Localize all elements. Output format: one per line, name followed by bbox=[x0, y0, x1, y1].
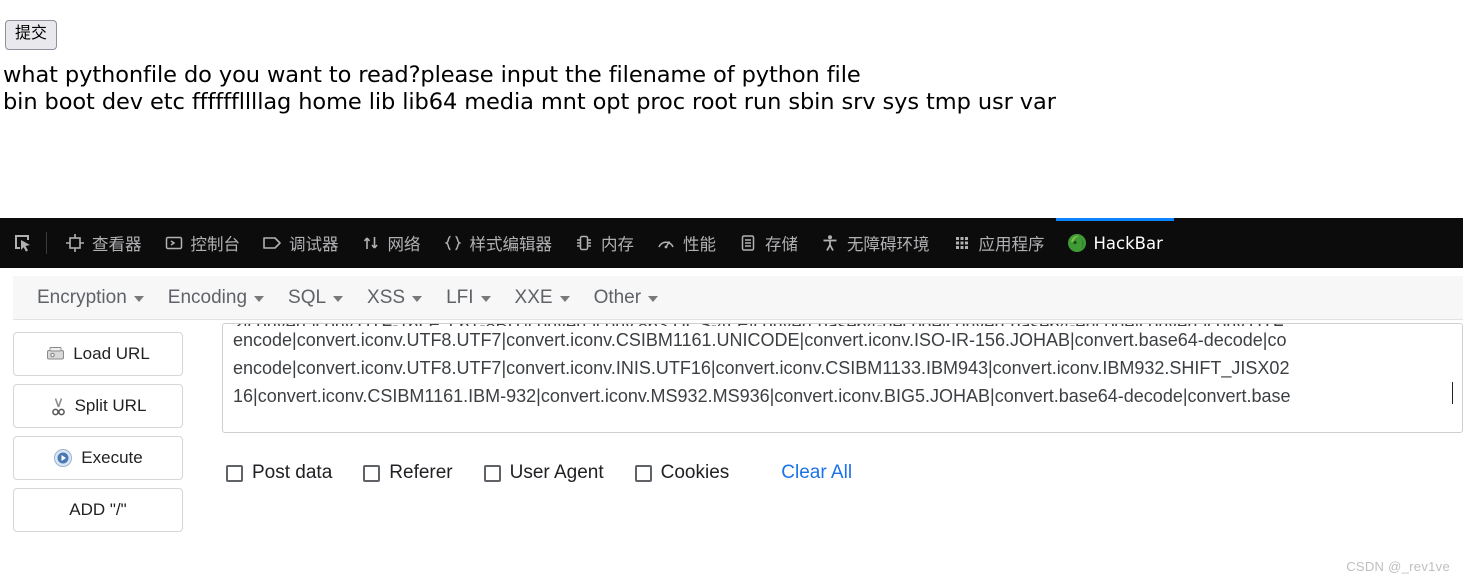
menu-encoding[interactable]: Encoding bbox=[158, 283, 278, 313]
hackbar-panel: Encryption Encoding SQL XSS LFI XXE Othe… bbox=[0, 268, 1463, 582]
toolbar-divider bbox=[46, 232, 47, 254]
tab-label: 应用程序 bbox=[978, 235, 1045, 254]
tab-label: 内存 bbox=[601, 235, 634, 254]
menu-label: Encoding bbox=[167, 286, 248, 308]
checkbox-user-agent[interactable] bbox=[483, 464, 501, 482]
chevron-down-icon bbox=[559, 296, 570, 302]
checkbox-post-data[interactable] bbox=[226, 464, 243, 482]
chevron-down-icon bbox=[648, 296, 659, 302]
tab-label: HackBar bbox=[1093, 233, 1163, 253]
menu-encryption[interactable]: Encryption bbox=[27, 283, 158, 313]
performance-icon bbox=[656, 233, 676, 253]
clear-all-link[interactable]: Clear All bbox=[781, 462, 852, 484]
checkbox-cookies[interactable] bbox=[634, 464, 652, 482]
tab-application[interactable]: 应用程序 bbox=[941, 218, 1056, 268]
tab-label: 无障碍环境 bbox=[847, 235, 930, 254]
option-label: Post data bbox=[252, 462, 333, 483]
option-label: Referer bbox=[389, 462, 453, 483]
inspector-icon bbox=[65, 233, 85, 253]
menu-other[interactable]: Other bbox=[584, 283, 673, 313]
checkbox-referer[interactable] bbox=[363, 464, 381, 482]
tab-debugger[interactable]: 调试器 bbox=[251, 218, 350, 268]
tab-label: 存储 bbox=[765, 235, 798, 254]
hackbar-body: Load URL Split URL Execute ADD "/" encod… bbox=[0, 323, 1463, 582]
tab-label: 调试器 bbox=[289, 235, 339, 254]
option-post-data[interactable]: Post data bbox=[226, 462, 332, 484]
hackbar-action-buttons: Load URL Split URL Execute ADD "/" bbox=[13, 332, 183, 540]
tab-inspector[interactable]: 查看器 bbox=[54, 218, 153, 268]
execute-icon bbox=[53, 448, 73, 468]
add-slash-button[interactable]: ADD "/" bbox=[13, 488, 183, 532]
chevron-down-icon bbox=[412, 296, 423, 302]
watermark: CSDN @_rev1ve bbox=[1346, 559, 1450, 574]
hackbar-options-row: Post data Referer User Agent Cookies Cle… bbox=[222, 462, 1463, 484]
option-cookies[interactable]: Cookies bbox=[634, 462, 730, 484]
output-line-prompt: what pythonfile do you want to read?plea… bbox=[3, 62, 861, 88]
split-url-button[interactable]: Split URL bbox=[13, 384, 183, 428]
tab-memory[interactable]: 内存 bbox=[563, 218, 645, 268]
menu-label: Encryption bbox=[37, 286, 127, 308]
menu-xss[interactable]: XSS bbox=[357, 283, 436, 313]
menu-label: SQL bbox=[288, 286, 327, 308]
tab-accessibility[interactable]: 无障碍环境 bbox=[809, 218, 941, 268]
page-content-area: 提交 what pythonfile do you want to read?p… bbox=[0, 0, 1463, 218]
load-url-button[interactable]: Load URL bbox=[13, 332, 183, 376]
hackbar-icon bbox=[1067, 233, 1087, 253]
console-icon bbox=[164, 233, 184, 253]
debugger-icon bbox=[262, 233, 282, 253]
application-icon bbox=[952, 233, 972, 253]
submit-button[interactable]: 提交 bbox=[5, 20, 58, 50]
button-label: ADD "/" bbox=[69, 500, 127, 519]
tab-storage[interactable]: 存储 bbox=[727, 218, 809, 268]
style-editor-icon bbox=[443, 233, 463, 253]
hackbar-main: 2|convert.iconv.UTF-16LE.T.61-8BIT|conve… bbox=[222, 323, 1463, 484]
tab-label: 控制台 bbox=[190, 235, 241, 254]
option-user-agent[interactable]: User Agent bbox=[483, 462, 604, 484]
tab-label: 性能 bbox=[683, 235, 716, 254]
button-label: Execute bbox=[81, 448, 143, 467]
option-label: Cookies bbox=[660, 462, 730, 483]
tab-label: 样式编辑器 bbox=[469, 235, 553, 254]
url-line: encode|convert.iconv.UTF8.UTF7|convert.i… bbox=[233, 358, 1290, 378]
storage-icon bbox=[738, 233, 758, 253]
output-line-dirlist: bin boot dev etc ffffffllllag home lib l… bbox=[3, 89, 1056, 115]
menu-label: Other bbox=[593, 286, 642, 308]
url-line: 16|convert.iconv.CSIBM1161.IBM-932|conve… bbox=[233, 386, 1291, 406]
button-label: Load URL bbox=[73, 344, 150, 363]
tab-network[interactable]: 网络 bbox=[350, 218, 432, 268]
menu-label: XXE bbox=[514, 286, 553, 308]
chevron-down-icon bbox=[254, 296, 265, 302]
split-url-icon bbox=[50, 397, 67, 416]
chevron-down-icon bbox=[333, 296, 344, 302]
network-icon bbox=[361, 233, 381, 253]
menu-lfi[interactable]: LFI bbox=[436, 283, 504, 313]
button-label: Split URL bbox=[74, 396, 147, 415]
memory-icon bbox=[574, 233, 594, 253]
devtools-toolbar: 查看器 控制台 调试器 网络 样式编辑器 内存 性能 存储 无障碍环境 应用程序… bbox=[0, 218, 1463, 268]
accessibility-icon bbox=[820, 233, 840, 253]
menu-label: XSS bbox=[367, 286, 406, 308]
menu-xxe[interactable]: XXE bbox=[505, 283, 584, 313]
tab-label: 查看器 bbox=[92, 235, 142, 254]
text-cursor bbox=[1452, 382, 1453, 404]
tab-hackbar[interactable]: HackBar bbox=[1055, 218, 1175, 268]
url-textarea[interactable]: 2|convert.iconv.UTF-16LE.T.61-8BIT|conve… bbox=[222, 323, 1463, 433]
chevron-down-icon bbox=[133, 296, 144, 302]
element-picker-icon[interactable] bbox=[6, 226, 40, 260]
chevron-down-icon bbox=[480, 296, 491, 302]
url-line: encode|convert.iconv.UTF8.UTF7|convert.i… bbox=[233, 330, 1287, 350]
tab-performance[interactable]: 性能 bbox=[645, 218, 727, 268]
menu-label: LFI bbox=[446, 286, 474, 308]
tab-style-editor[interactable]: 样式编辑器 bbox=[432, 218, 564, 268]
hackbar-menubar: Encryption Encoding SQL XSS LFI XXE Othe… bbox=[13, 276, 1463, 320]
menu-sql[interactable]: SQL bbox=[278, 283, 357, 313]
option-label: User Agent bbox=[509, 462, 604, 483]
tab-label: 网络 bbox=[387, 235, 421, 254]
option-referer[interactable]: Referer bbox=[363, 462, 453, 484]
load-url-icon bbox=[46, 346, 65, 363]
screenshot-root: 提交 what pythonfile do you want to read?p… bbox=[0, 0, 1463, 582]
tab-console[interactable]: 控制台 bbox=[153, 218, 252, 268]
execute-button[interactable]: Execute bbox=[13, 436, 183, 480]
